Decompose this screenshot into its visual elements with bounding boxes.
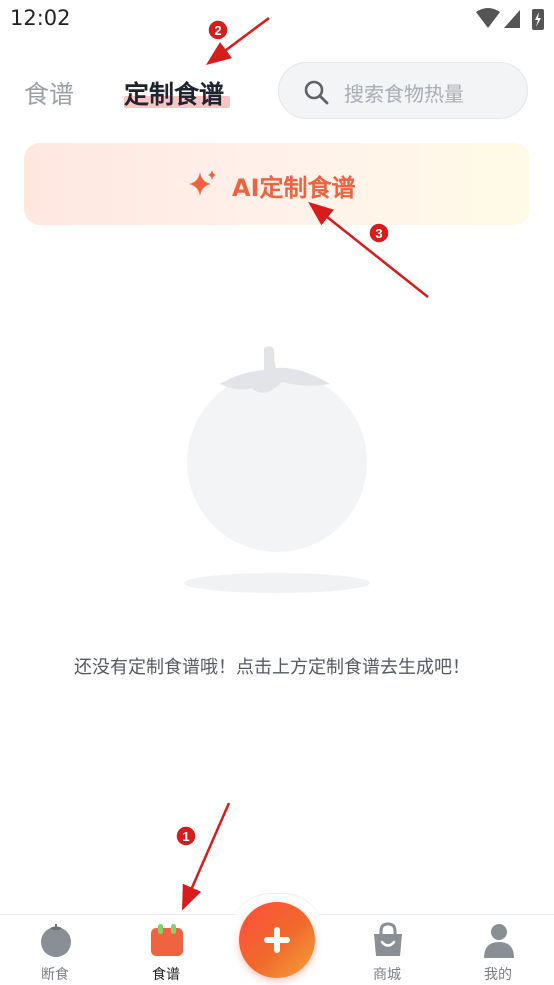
nav-label-shop: 商城 bbox=[373, 967, 401, 983]
status-icons bbox=[476, 8, 544, 30]
empty-state-message: 还没有定制食谱哦！点击上方定制食谱去生成吧！ bbox=[74, 657, 470, 678]
status-bar: 12:02 bbox=[0, 0, 554, 40]
svg-text:1: 1 bbox=[182, 829, 189, 844]
nav-label-profile: 我的 bbox=[484, 967, 512, 983]
tomato-icon bbox=[41, 924, 71, 957]
nav-item-recipes[interactable]: 食谱 bbox=[116, 914, 216, 984]
plus-icon bbox=[264, 927, 290, 953]
shopping-bag-icon bbox=[374, 922, 402, 956]
ai-button-label: AI定制食谱 bbox=[232, 174, 356, 202]
person-icon bbox=[484, 924, 514, 958]
nav-item-profile[interactable]: 我的 bbox=[448, 914, 548, 984]
recipe-calendar-icon bbox=[151, 924, 183, 956]
nav-item-shop[interactable]: 商城 bbox=[337, 914, 437, 984]
annotation-arrow-1 bbox=[181, 802, 231, 911]
signal-icon bbox=[504, 10, 520, 28]
nav-label-recipes: 食谱 bbox=[152, 967, 180, 983]
tab-custom-recipes[interactable]: 定制食谱 bbox=[124, 75, 224, 111]
empty-tomato-illustration bbox=[184, 346, 370, 593]
search-placeholder: 搜索食物热量 bbox=[344, 82, 464, 106]
nav-label-fasting: 断食 bbox=[41, 967, 69, 983]
search-bar[interactable]: 搜索食物热量 bbox=[278, 62, 528, 119]
svg-text:3: 3 bbox=[375, 226, 382, 241]
annotation-badge-3: 3 bbox=[368, 222, 390, 244]
add-button[interactable] bbox=[239, 902, 315, 978]
wifi-icon bbox=[476, 8, 500, 28]
search-icon bbox=[304, 80, 329, 105]
status-time: 12:02 bbox=[10, 6, 71, 30]
tab-recipes[interactable]: 食谱 bbox=[24, 75, 74, 111]
nav-item-fasting[interactable]: 断食 bbox=[5, 914, 105, 984]
sparkle-icon bbox=[189, 170, 216, 196]
ai-custom-recipe-button[interactable]: AI定制食谱 bbox=[24, 143, 530, 225]
annotation-badge-1: 1 bbox=[175, 825, 197, 847]
